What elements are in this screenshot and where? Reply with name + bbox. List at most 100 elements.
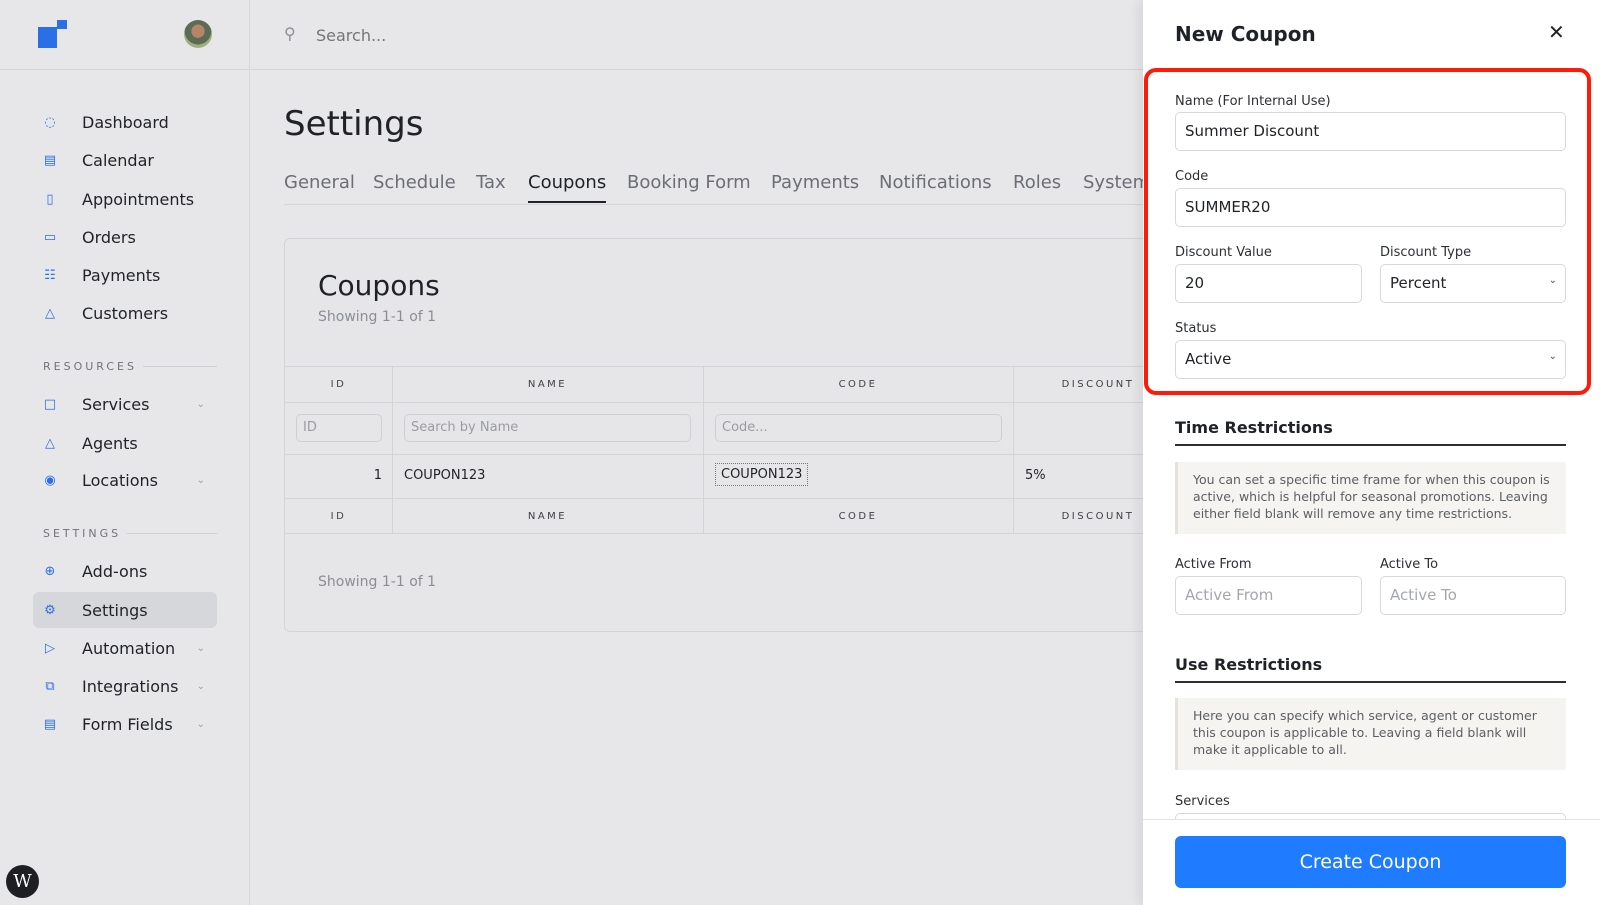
- sidebar-item-agents[interactable]: △ Agents: [33, 425, 217, 461]
- name-input[interactable]: Summer Discount: [1175, 112, 1566, 151]
- tab-booking-form[interactable]: Booking Form: [627, 172, 751, 193]
- sidebar-item-label: Form Fields: [82, 714, 173, 734]
- chevron-down-icon: ⌄: [1548, 351, 1557, 362]
- create-coupon-button[interactable]: Create Coupon: [1175, 836, 1566, 888]
- sidebar-item-integrations[interactable]: ⧉ Integrations ⌄: [33, 668, 217, 704]
- sidebar-item-label: Calendar: [82, 150, 154, 170]
- sidebar-header: [0, 0, 250, 70]
- chevron-down-icon[interactable]: ⌄: [197, 399, 205, 410]
- link-icon: ⧉: [45, 678, 55, 694]
- sidebar-item-add-ons[interactable]: ⊕ Add-ons: [33, 553, 217, 589]
- column-header-name[interactable]: NAME: [392, 379, 703, 390]
- folder-icon: □: [43, 396, 57, 412]
- cell-name: COUPON123: [404, 468, 486, 483]
- sidebar-item-locations[interactable]: ◉ Locations ⌄: [33, 462, 217, 498]
- code-filter-input[interactable]: Code...: [715, 414, 1002, 442]
- cell-discount: 5%: [1025, 468, 1046, 483]
- discount-value-input[interactable]: 20: [1175, 264, 1362, 303]
- active-to-label: Active To: [1380, 557, 1439, 572]
- pin-icon: ◉: [44, 472, 56, 488]
- sidebar-item-label: Add-ons: [82, 561, 148, 581]
- sidebar-item-label: Dashboard: [82, 112, 169, 132]
- wordpress-icon[interactable]: W: [6, 865, 39, 898]
- sidebar-item-settings[interactable]: ⚙ Settings: [33, 592, 217, 628]
- sidebar-item-label: Settings: [82, 600, 148, 620]
- search-icon: ⚲: [284, 24, 296, 43]
- coupons-showing: Showing 1-1 of 1: [318, 309, 437, 325]
- search-input[interactable]: [316, 22, 616, 48]
- tab-schedule[interactable]: Schedule: [373, 172, 456, 193]
- chevron-down-icon[interactable]: ⌄: [197, 681, 205, 692]
- user-avatar[interactable]: [184, 20, 212, 48]
- tab-notifications[interactable]: Notifications: [879, 172, 992, 193]
- discount-type-value: Percent: [1390, 274, 1447, 292]
- sidebar-item-services[interactable]: □ Services ⌄: [33, 386, 217, 422]
- active-to-input[interactable]: Active To: [1380, 576, 1566, 615]
- services-label: Services: [1175, 794, 1230, 809]
- panel-title: New Coupon: [1175, 22, 1316, 46]
- footer-header-id: ID: [330, 511, 347, 522]
- tab-payments[interactable]: Payments: [771, 172, 859, 193]
- sidebar-item-label: Integrations: [82, 676, 179, 696]
- discount-value-label: Discount Value: [1175, 245, 1272, 260]
- sidebar-item-calendar[interactable]: ▤ Calendar: [33, 142, 217, 178]
- chevron-down-icon[interactable]: ⌄: [197, 475, 205, 486]
- chevron-down-icon[interactable]: ⌄: [197, 719, 205, 730]
- time-restrictions-info: You can set a specific time frame for wh…: [1175, 462, 1566, 534]
- use-restrictions-info: Here you can specify which service, agen…: [1175, 698, 1566, 770]
- cart-icon: ☷: [44, 267, 56, 283]
- page-title: Settings: [284, 104, 424, 144]
- discount-type-label: Discount Type: [1380, 245, 1472, 260]
- sidebar-item-form-fields[interactable]: ▤ Form Fields ⌄: [33, 706, 217, 742]
- active-from-label: Active From: [1175, 557, 1252, 572]
- code-label: Code: [1175, 169, 1209, 184]
- tab-roles[interactable]: Roles: [1013, 172, 1061, 193]
- inbox-icon: ▯: [46, 191, 54, 207]
- sidebar-item-orders[interactable]: ▭ Orders: [33, 219, 217, 255]
- status-value: Active: [1185, 350, 1232, 368]
- id-filter-input[interactable]: ID: [296, 414, 382, 442]
- sidebar-item-automation[interactable]: ▷ Automation ⌄: [33, 630, 217, 666]
- discount-type-select[interactable]: Percent ⌄: [1380, 264, 1566, 303]
- name-filter-input[interactable]: Search by Name: [404, 414, 691, 442]
- form-icon: ▤: [43, 716, 57, 732]
- status-select[interactable]: Active ⌄: [1175, 340, 1566, 379]
- resources-section-label: RESOURCES: [43, 360, 217, 373]
- coupons-footer-showing: Showing 1-1 of 1: [318, 574, 437, 590]
- sidebar-item-label: Appointments: [82, 189, 195, 209]
- tabs-divider: [284, 204, 1154, 205]
- cell-code[interactable]: COUPON123: [715, 463, 809, 486]
- use-restrictions-heading: Use Restrictions: [1175, 655, 1566, 683]
- chevron-down-icon[interactable]: ⌄: [197, 643, 205, 654]
- tab-general[interactable]: General: [284, 172, 355, 193]
- footer-header-code: CODE: [838, 511, 878, 522]
- sidebar-item-dashboard[interactable]: ◌ Dashboard: [33, 104, 217, 140]
- coupons-title: Coupons: [318, 269, 440, 302]
- time-restrictions-heading: Time Restrictions: [1175, 418, 1566, 446]
- gear-icon: ⚙: [44, 602, 56, 618]
- column-header-id[interactable]: ID: [285, 379, 392, 390]
- sidebar-item-label: Agents: [82, 433, 138, 453]
- tab-system[interactable]: System: [1083, 172, 1143, 193]
- user-icon: △: [45, 435, 55, 451]
- plus-circle-icon: ⊕: [44, 563, 56, 579]
- logo-icon[interactable]: [38, 20, 67, 48]
- footer-header-name: NAME: [527, 511, 568, 522]
- sidebar-item-label: Payments: [82, 265, 161, 285]
- sidebar-item-label: Locations: [82, 470, 159, 490]
- name-label: Name (For Internal Use): [1175, 94, 1331, 109]
- gauge-icon: ◌: [44, 114, 56, 130]
- user-icon: △: [45, 305, 55, 321]
- active-from-input[interactable]: Active From: [1175, 576, 1362, 615]
- sidebar: ◌ Dashboard ▤ Calendar ▯ Appointments ▭ Orders ☷…: [0, 0, 250, 905]
- code-input[interactable]: SUMMER20: [1175, 188, 1566, 227]
- column-header-code[interactable]: CODE: [703, 379, 1013, 390]
- sidebar-item-customers[interactable]: △ Customers: [33, 295, 217, 331]
- settings-section-label: SETTINGS: [43, 527, 217, 540]
- close-icon[interactable]: ✕: [1548, 20, 1565, 44]
- sidebar-item-appointments[interactable]: ▯ Appointments: [33, 181, 217, 217]
- tab-coupons[interactable]: Coupons: [528, 172, 607, 203]
- status-label: Status: [1175, 321, 1217, 336]
- sidebar-item-payments[interactable]: ☷ Payments: [33, 257, 217, 293]
- tab-tax[interactable]: Tax: [476, 172, 506, 193]
